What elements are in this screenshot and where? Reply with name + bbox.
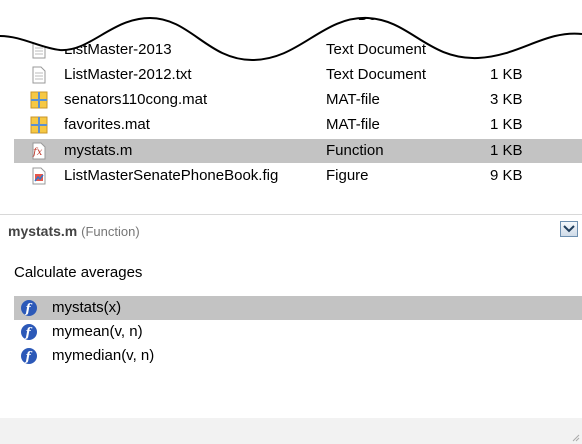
file-size: 3 KB	[490, 91, 523, 108]
function-item-selected[interactable]: f mystats(x)	[14, 296, 582, 320]
file-description: Calculate averages	[14, 264, 143, 281]
svg-text:fx: fx	[32, 147, 43, 158]
file-name: ListMaster-2013	[64, 41, 172, 58]
file-row[interactable]: senators110cong.mat MAT-file 3 KB	[30, 88, 582, 112]
collapse-details-button[interactable]	[560, 221, 578, 237]
function-file-icon: fx	[32, 142, 46, 160]
figure-file-icon	[32, 167, 46, 185]
file-type: Text Document	[326, 66, 427, 83]
mat-file-icon	[30, 91, 48, 109]
file-row[interactable]: ListPanel Text Document	[30, 4, 582, 28]
file-row[interactable]: ListMasterSenatePhoneBook.fig Figure 9 K…	[30, 164, 582, 188]
mat-file-icon	[30, 116, 48, 134]
file-type: Text Document	[326, 7, 427, 24]
file-size: 1 KB	[490, 116, 523, 133]
detail-body: Calculate averages f mystats(x) f mymean…	[0, 244, 582, 444]
file-row[interactable]: favorites.mat MAT-file 1 KB	[30, 113, 582, 137]
resize-grip-icon[interactable]	[570, 432, 580, 442]
text-file-icon	[32, 41, 46, 59]
file-list: ListPanel Text Document ListMaster-2013 …	[0, 0, 582, 200]
text-file-icon	[32, 7, 46, 25]
chevron-down-icon	[563, 225, 575, 233]
function-item[interactable]: f mymean(v, n)	[14, 320, 582, 344]
function-signature: mystats(x)	[52, 299, 122, 316]
file-name: ListPanel	[64, 7, 126, 24]
detail-title: mystats.m (Function)	[8, 223, 140, 239]
detail-file-type: (Function)	[81, 224, 140, 239]
file-row[interactable]: ListMaster-2013 Text Document	[30, 38, 582, 62]
file-name: senators110cong.mat	[64, 91, 208, 108]
detail-file-name: mystats.m	[8, 223, 78, 239]
function-item[interactable]: f mymedian(v, n)	[14, 344, 582, 368]
file-row-selected[interactable]: fx mystats.m Function 1 KB	[14, 139, 582, 163]
file-row[interactable]: ListMaster-2012.txt Text Document 1 KB	[30, 63, 582, 87]
text-file-icon	[32, 66, 46, 84]
file-name: mystats.m	[64, 142, 133, 159]
function-icon: f	[21, 300, 37, 316]
file-type: Function	[326, 142, 384, 159]
detail-header: mystats.m (Function)	[0, 214, 582, 245]
file-name: ListMaster-2012.txt	[64, 66, 192, 83]
file-type: Text Document	[326, 41, 427, 58]
file-name: ListMasterSenatePhoneBook.fig	[64, 167, 279, 184]
file-size: 9 KB	[490, 167, 523, 184]
file-name: favorites.mat	[64, 116, 150, 133]
function-signature: mymean(v, n)	[52, 323, 143, 340]
function-icon: f	[21, 348, 37, 364]
status-band	[0, 418, 582, 444]
function-signature: mymedian(v, n)	[52, 347, 155, 364]
file-type: MAT-file	[326, 91, 380, 108]
file-type: Figure	[326, 167, 369, 184]
file-type: MAT-file	[326, 116, 380, 133]
file-size: 1 KB	[490, 142, 523, 159]
file-size: 1 KB	[490, 66, 523, 83]
function-icon: f	[21, 324, 37, 340]
